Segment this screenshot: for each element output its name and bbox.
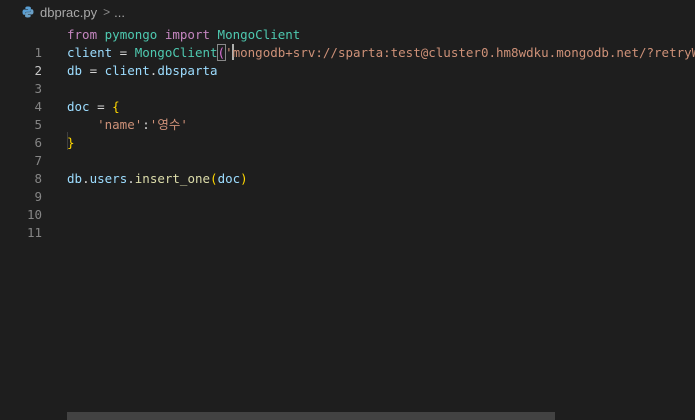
token-paren: ( [210, 171, 218, 186]
token-variable: client [104, 63, 150, 78]
token-string: '영수' [149, 117, 188, 132]
bracket-match: ( [216, 44, 227, 61]
token-variable: doc [217, 171, 241, 186]
chevron-right-icon: > [103, 5, 111, 19]
token-variable: client [67, 45, 113, 60]
code-line-8[interactable]: 8 [0, 152, 695, 186]
breadcrumb-file[interactable]: dbprac.py [40, 5, 97, 20]
horizontal-scrollbar[interactable] [67, 412, 555, 420]
token-variable: users [89, 171, 128, 186]
code-line-10[interactable]: 10 [0, 188, 695, 222]
token-string: 'name' [97, 117, 143, 132]
token-class: MongoClient [134, 45, 218, 60]
code-line-6[interactable]: 6 'name':'영수' [0, 116, 695, 150]
breadcrumb: dbprac.py > ... [0, 0, 695, 24]
line-number: 11 [26, 225, 42, 240]
token-variable: dbsparta [157, 63, 218, 78]
python-icon [22, 6, 34, 18]
token-module: pymongo [104, 27, 158, 42]
code-line-9[interactable]: 9 db.users.insert_one(doc) [0, 170, 695, 204]
code-line-5[interactable]: 5 doc = { [0, 98, 695, 132]
token-keyword: from [67, 27, 98, 42]
token-variable: db [67, 171, 83, 186]
token-string: mongodb+srv://sparta:test@cluster0.hm8wd… [232, 45, 695, 60]
token-brace: } [67, 135, 75, 150]
token-function: insert_one [134, 171, 211, 186]
code-line-2[interactable]: 2 client = MongoClient('mongodb+srv://sp… [0, 44, 695, 78]
code-line-4[interactable]: 4 [0, 80, 695, 114]
token-class: MongoClient [217, 27, 301, 42]
token-keyword: import [164, 27, 211, 42]
code-line-7[interactable]: 7 } [0, 134, 695, 168]
token-paren: ) [240, 171, 248, 186]
code-line-11[interactable]: 11 [0, 206, 695, 240]
token-variable: doc [67, 99, 90, 114]
code-line-3[interactable]: 3 db = client.dbsparta [0, 62, 695, 96]
breadcrumb-more[interactable]: ... [114, 5, 125, 20]
code-line-1[interactable]: 1 from pymongo import MongoClient [0, 26, 695, 60]
token-brace: { [112, 99, 120, 114]
code-editor[interactable]: 1 from pymongo import MongoClient 2 clie… [0, 24, 695, 420]
token-variable: db [67, 63, 83, 78]
